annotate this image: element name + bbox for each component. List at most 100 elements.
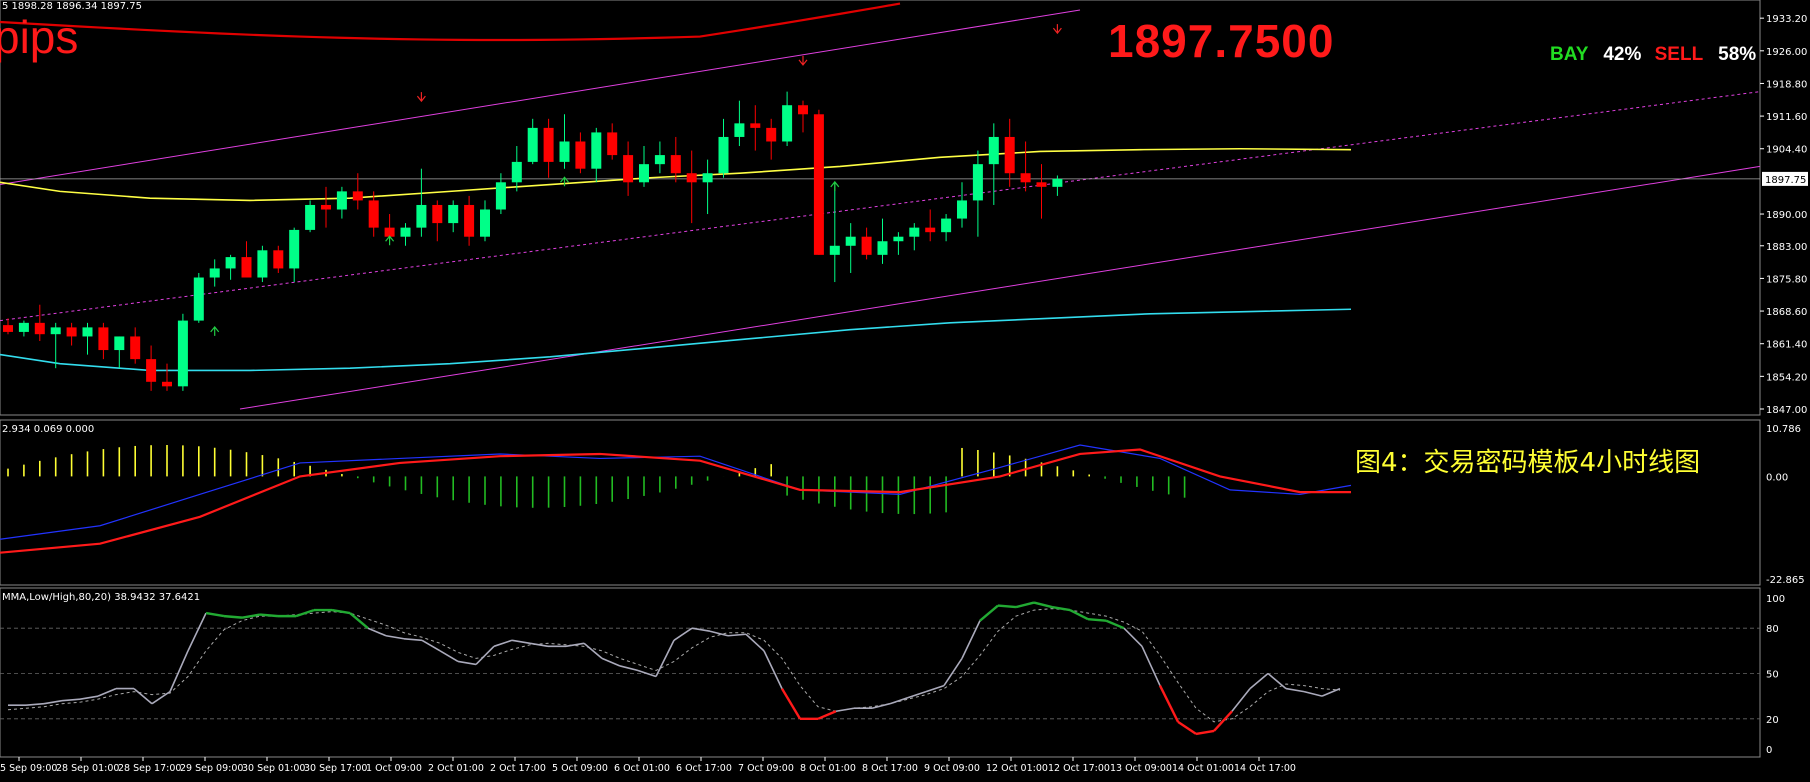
stoch-k-segment — [601, 657, 621, 667]
time-tick-label: 30 Sep 01:00 — [242, 763, 305, 774]
candle-body — [34, 322, 45, 335]
candle-body — [639, 164, 649, 183]
price-tick-label: 1911.60 — [1766, 112, 1807, 123]
candle-body — [798, 105, 808, 115]
stoch-k-segment — [871, 702, 891, 710]
current-price-display: 1897.7500 — [1108, 15, 1335, 67]
stoch-k-segment — [1123, 627, 1143, 647]
price-tick-label: 1918.80 — [1766, 79, 1807, 90]
stoch-k-segment — [1069, 609, 1089, 621]
candle-body — [352, 191, 363, 201]
price-tick-label: 1883.00 — [1766, 242, 1807, 253]
candle-body — [146, 359, 157, 382]
candle-body — [1052, 178, 1063, 187]
stoch-k-segment — [457, 660, 477, 666]
stoch-k-segment — [259, 613, 279, 618]
candle-body — [114, 336, 125, 351]
candle-body — [1020, 173, 1031, 183]
signal-arrow-icon — [416, 92, 426, 103]
time-tick-label: 2 Oct 17:00 — [490, 763, 546, 774]
stoch-k-segment — [1231, 688, 1251, 712]
candle-body — [591, 132, 602, 169]
stoch-k-segment — [1177, 720, 1197, 735]
time-tick-label: 6 Oct 17:00 — [676, 763, 732, 774]
time-tick-label: 6 Oct 01:00 — [614, 763, 670, 774]
candle-body — [18, 322, 29, 332]
candle-body — [829, 245, 840, 255]
price-tick-label: 1875.80 — [1766, 274, 1807, 285]
candle-body — [3, 325, 13, 332]
stoch-k-segment — [1303, 690, 1323, 697]
stoch-k-segment — [925, 684, 945, 693]
stoch-tick-label: 50 — [1766, 670, 1779, 681]
stoch-k-segment — [79, 695, 99, 700]
pips-label: pips — [0, 11, 79, 63]
stoch-k-segment — [1051, 605, 1071, 612]
signal-arrow-icon — [210, 325, 220, 336]
stoch-k-segment — [727, 633, 747, 637]
candle-body — [400, 227, 411, 237]
time-tick-label: 1 Oct 09:00 — [366, 763, 422, 774]
stoch-k-segment — [961, 620, 981, 659]
time-tick-label: 8 Oct 01:00 — [800, 763, 856, 774]
stoch-k-segment — [385, 634, 405, 640]
stoch-k-segment — [817, 710, 837, 720]
candle-body — [782, 105, 793, 142]
bay-label: BAY — [1550, 44, 1589, 65]
time-tick-label: 25 Sep 09:00 — [0, 763, 57, 774]
stoch-k-segment — [889, 696, 909, 705]
stoch-k-segment — [187, 612, 207, 652]
stoch-k-segment — [403, 637, 423, 642]
stoch-k-segment — [151, 690, 171, 705]
candle-body — [702, 173, 713, 183]
stoch-k-segment — [1321, 687, 1341, 697]
stoch-k-segment — [1015, 601, 1035, 609]
current-price-tick: 1897.75 — [1765, 175, 1806, 186]
stoch-k-segment — [1158, 685, 1180, 723]
bay-pct: 42% — [1603, 44, 1642, 65]
stoch-k-segment — [979, 604, 999, 622]
signal-arrow-icon — [385, 235, 395, 246]
candle-body — [480, 209, 490, 237]
candle-body — [957, 200, 967, 219]
candle-body — [718, 136, 729, 174]
stoch-k-segment — [349, 612, 369, 630]
stoch-k-segment — [619, 665, 639, 672]
stoch-tick-label: 100 — [1766, 594, 1785, 605]
candle-body — [177, 320, 188, 387]
candle-body — [623, 155, 634, 183]
stoch-k-segment — [493, 639, 513, 648]
candle-body — [527, 127, 538, 162]
price-tick-label: 1890.00 — [1766, 210, 1807, 221]
bay-sell-indicator: BAY 42% SELL 58% — [1550, 44, 1756, 66]
candle-body — [559, 141, 570, 162]
stoch-k-segment — [997, 604, 1017, 609]
candle-body — [925, 227, 936, 233]
time-tick-label: 7 Oct 09:00 — [738, 763, 794, 774]
stoch-pane — [0, 587, 1761, 758]
channel-mid-line — [0, 91, 1761, 322]
sell-label: SELL — [1654, 44, 1703, 65]
candle-body — [432, 204, 443, 224]
candle-body — [82, 327, 93, 337]
stoch-k-segment — [421, 639, 441, 652]
stoch-k-segment — [61, 698, 81, 702]
stoch-k-segment — [43, 699, 63, 705]
stoch-k-segment — [223, 614, 243, 619]
time-tick-label: 13 Oct 09:00 — [1110, 763, 1172, 774]
candle-body — [225, 257, 236, 269]
price-tick-label: 1854.20 — [1766, 372, 1807, 383]
candle-body — [336, 191, 347, 210]
candle-body — [909, 227, 920, 237]
stoch-tick-label: 0 — [1766, 745, 1772, 756]
stoch-k-segment — [367, 627, 387, 637]
stoch-k-segment — [475, 645, 495, 666]
time-tick-label: 30 Sep 17:00 — [304, 763, 367, 774]
price-tick-label: 1847.00 — [1766, 405, 1807, 416]
chart-canvas: 1933.20 1926.00 1918.80 1911.60 1904.40 1897.… — [0, 0, 1808, 774]
time-tick-label: 12 Oct 01:00 — [986, 763, 1048, 774]
stoch-k-segment — [529, 642, 549, 648]
stoch-k-segment — [331, 608, 351, 615]
time-tick-label: 28 Sep 01:00 — [56, 763, 119, 774]
stoch-k-segment — [205, 611, 225, 618]
